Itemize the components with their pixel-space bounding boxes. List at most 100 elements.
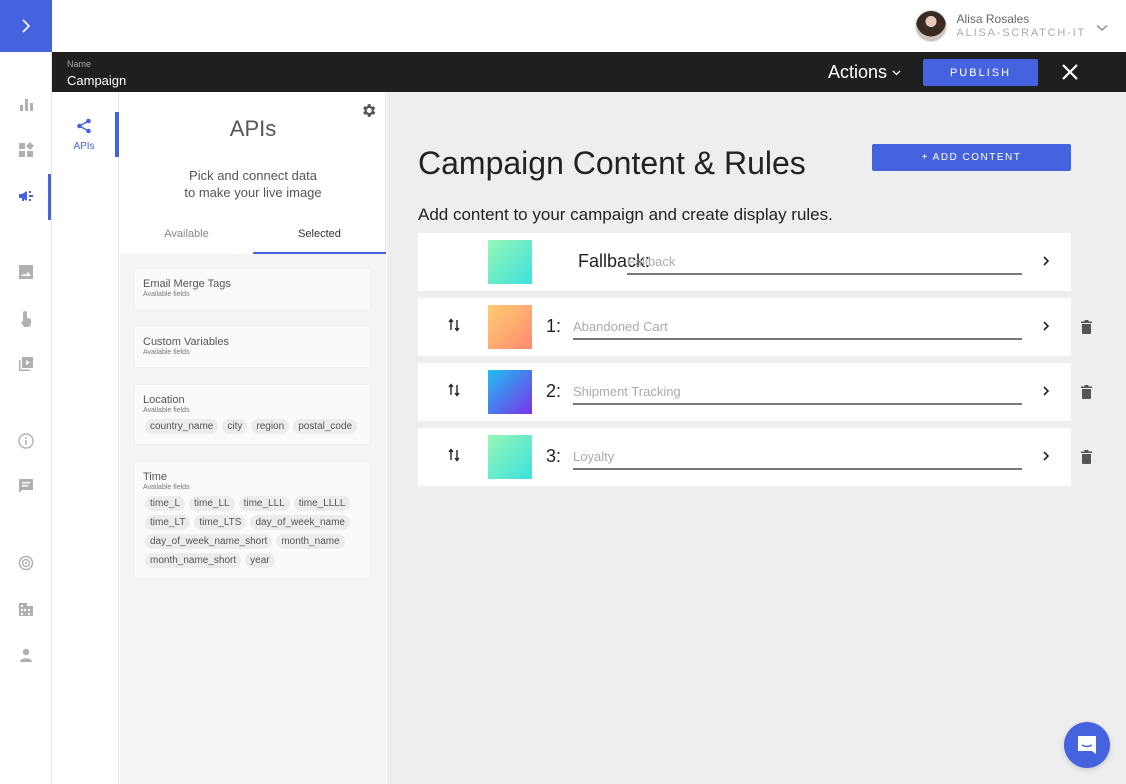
actions-dropdown[interactable]: Actions	[828, 62, 901, 83]
rule-row: Fallback:	[418, 233, 1071, 291]
rule-row: 3:	[418, 428, 1071, 486]
tab-selected[interactable]: Selected	[253, 219, 386, 254]
rail-item-interactions[interactable]	[0, 307, 52, 331]
api-card[interactable]: Custom Variables Available fields	[134, 326, 371, 368]
page-title: Campaign Content & Rules	[418, 145, 806, 181]
subnav-active-indicator	[115, 112, 119, 157]
add-content-button[interactable]: + ADD CONTENT	[872, 144, 1071, 171]
user-menu[interactable]: Alisa Rosales ALISA-SCRATCH-IT	[914, 10, 1108, 42]
user-org: ALISA-SCRATCH-IT	[956, 26, 1086, 39]
delete-rule-button[interactable]	[1081, 385, 1092, 404]
field-chip[interactable]: time_LLL	[238, 496, 290, 511]
field-chip[interactable]: postal_code	[293, 419, 358, 434]
api-panel: APIs Pick and connect data to make your …	[120, 92, 386, 784]
campaign-name[interactable]: Campaign	[67, 73, 126, 88]
content-thumbnail[interactable]	[488, 370, 532, 414]
field-chip[interactable]: month_name	[276, 534, 345, 549]
description-line: Pick and connect data	[189, 168, 317, 183]
trash-icon	[1081, 385, 1092, 399]
description-line: to make your live image	[184, 185, 322, 200]
rule-row: 1:	[418, 298, 1071, 356]
field-chip[interactable]: time_LLLL	[293, 496, 351, 511]
api-tabs: Available Selected	[120, 219, 386, 254]
bar-chart-icon	[20, 99, 33, 111]
content-thumbnail[interactable]	[488, 305, 532, 349]
chevron-down-icon	[1096, 25, 1108, 31]
field-chip[interactable]: month_name_short	[145, 553, 242, 568]
api-card-subtitle: Available fields	[143, 407, 190, 414]
api-panel-title: APIs	[229, 116, 277, 141]
rail-item-analytics[interactable]	[0, 92, 52, 116]
field-chip[interactable]: year	[245, 553, 275, 568]
left-rail	[0, 0, 52, 784]
drag-handle-icon[interactable]	[448, 383, 460, 397]
field-chip[interactable]: day_of_week_name_short	[145, 534, 273, 549]
campaign-megaphone-icon	[19, 191, 33, 201]
field-chip[interactable]: time_LT	[145, 515, 191, 530]
api-panel-description: Pick and connect data to make your live …	[120, 167, 386, 201]
comment-icon	[19, 479, 33, 493]
api-card-list: Email Merge Tags Available fields Custom V…	[120, 254, 386, 784]
api-card[interactable]: Location Available fields country_name city…	[134, 384, 371, 445]
rail-item-comments[interactable]	[0, 474, 52, 498]
tab-available[interactable]: Available	[120, 219, 253, 254]
api-card[interactable]: Email Merge Tags Available fields	[134, 268, 371, 310]
rail-item-widgets[interactable]	[0, 138, 52, 162]
field-chip[interactable]: time_LTS	[194, 515, 247, 530]
api-card-subtitle: Available fields	[143, 484, 190, 491]
delete-rule-button[interactable]	[1081, 450, 1092, 469]
rule-row: 2:	[418, 363, 1071, 421]
content-thumbnail[interactable]	[488, 240, 532, 284]
publish-button[interactable]: PUBLISH	[923, 59, 1038, 86]
rule-label: 2:	[546, 381, 562, 401]
rail-item-images[interactable]	[0, 260, 52, 284]
radar-icon	[18, 555, 34, 571]
chevron-down-icon	[892, 70, 901, 75]
touch-icon	[21, 311, 31, 327]
drag-handle-icon[interactable]	[448, 318, 460, 332]
drag-handle-icon[interactable]	[448, 448, 460, 462]
rule-label: 3:	[546, 446, 562, 466]
close-icon[interactable]	[1060, 62, 1080, 82]
rail-item-videos[interactable]	[0, 352, 52, 376]
field-chip[interactable]: city	[222, 419, 248, 434]
trash-icon	[1081, 320, 1092, 334]
rail-active-indicator	[48, 174, 51, 220]
building-icon	[19, 603, 33, 616]
rule-name-input[interactable]	[573, 379, 1022, 405]
rail-item-campaigns[interactable]	[0, 184, 52, 208]
subnav-item-apis[interactable]: APIs	[52, 118, 116, 152]
field-chip[interactable]: day_of_week_name	[250, 515, 350, 530]
chevron-right-icon[interactable]	[1042, 320, 1050, 332]
video-library-icon	[19, 357, 33, 371]
page-subtitle: Add content to your campaign and create …	[418, 205, 833, 224]
content-thumbnail[interactable]	[488, 435, 532, 479]
delete-rule-button[interactable]	[1081, 320, 1092, 339]
widgets-icon	[19, 142, 34, 157]
field-chip[interactable]: region	[251, 419, 290, 434]
api-card-title: Custom Variables	[143, 336, 229, 348]
rail-item-organization[interactable]	[0, 597, 52, 621]
rule-name-input[interactable]	[627, 249, 1022, 275]
chevron-right-icon[interactable]	[1042, 385, 1050, 397]
campaign-header: Name Campaign Actions PUBLISH	[52, 52, 1126, 92]
rail-item-profile[interactable]	[0, 643, 52, 667]
rail-item-info[interactable]	[0, 429, 52, 453]
chevron-right-icon[interactable]	[1042, 255, 1050, 267]
expand-rail-button[interactable]	[0, 0, 52, 52]
top-bar: Alisa Rosales ALISA-SCRATCH-IT	[52, 0, 1126, 52]
api-card[interactable]: Time Available fields time_L time_LL time_LL…	[134, 461, 371, 579]
api-card-title: Time	[143, 471, 168, 483]
field-chip[interactable]: country_name	[145, 419, 219, 434]
field-chip[interactable]: time_L	[145, 496, 186, 511]
person-icon	[20, 648, 32, 662]
rail-item-tracking[interactable]	[0, 551, 52, 575]
field-chip[interactable]: time_LL	[189, 496, 235, 511]
rule-name-input[interactable]	[573, 314, 1022, 340]
chevron-right-icon[interactable]	[1042, 450, 1050, 462]
chat-launcher-button[interactable]	[1064, 722, 1110, 768]
actions-label: Actions	[828, 62, 888, 82]
main-content: Campaign Content & Rules + ADD CONTENT A…	[387, 92, 1126, 784]
chevron-right-icon	[22, 19, 31, 33]
rule-name-input[interactable]	[573, 444, 1022, 470]
